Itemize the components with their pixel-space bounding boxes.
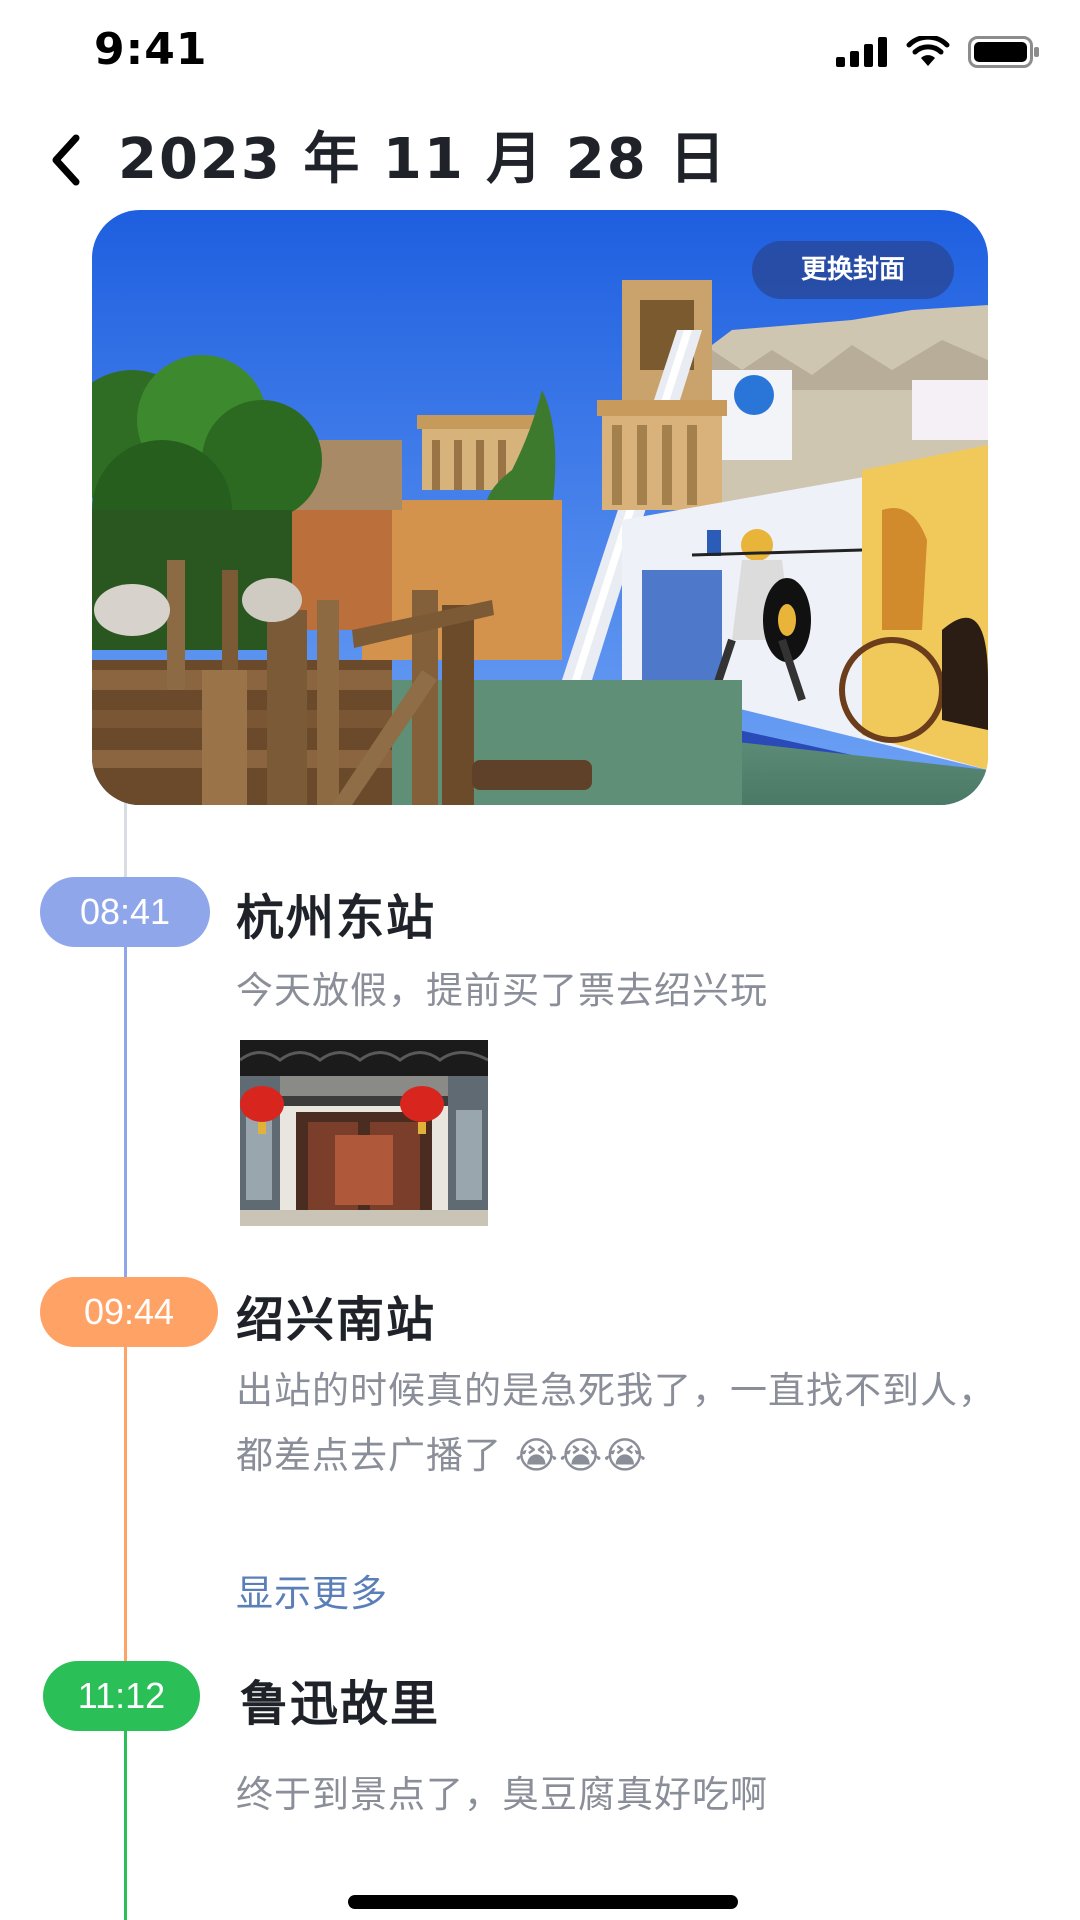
entry-photo-image <box>240 1040 488 1226</box>
time-badge: 09:44 <box>40 1277 218 1347</box>
cover-image[interactable]: 更换封面 <box>92 210 988 805</box>
show-more-link[interactable]: 显示更多 <box>236 1563 388 1617</box>
back-chevron-icon <box>52 134 80 186</box>
status-icons <box>836 36 1040 68</box>
entry-photo[interactable] <box>240 1040 488 1226</box>
page-title: 2023 年 11 月 28 日 <box>118 127 728 192</box>
entry-text: 今天放假，提前买了票去绍兴玩 <box>236 969 768 1012</box>
wifi-icon <box>906 36 950 66</box>
entry-title[interactable]: 绍兴南站 <box>236 1280 436 1350</box>
back-button[interactable] <box>36 120 96 200</box>
entry-text: 终于到景点了，臭豆腐真好吃啊 <box>236 1773 768 1816</box>
time-badge: 08:41 <box>40 877 210 947</box>
cellular-signal-icon <box>836 37 887 67</box>
status-bar: 9:41 <box>0 0 1080 110</box>
status-time: 9:41 <box>94 24 208 75</box>
battery-icon <box>968 36 1039 68</box>
entry-title[interactable]: 鲁迅故里 <box>240 1664 440 1734</box>
header: 2023 年 11 月 28 日 <box>0 110 1080 210</box>
time-badge: 11:12 <box>43 1661 200 1731</box>
timeline-line-segment-1 <box>124 915 127 1277</box>
cover-photo <box>92 210 988 805</box>
home-indicator[interactable] <box>348 1895 738 1909</box>
change-cover-button[interactable]: 更换封面 <box>752 241 954 299</box>
entry-title[interactable]: 杭州东站 <box>236 878 436 948</box>
entry-text: 出站的时候真的是急死我了，一直找不到人，都差点去广播了 😭😭😭 <box>236 1369 996 1477</box>
